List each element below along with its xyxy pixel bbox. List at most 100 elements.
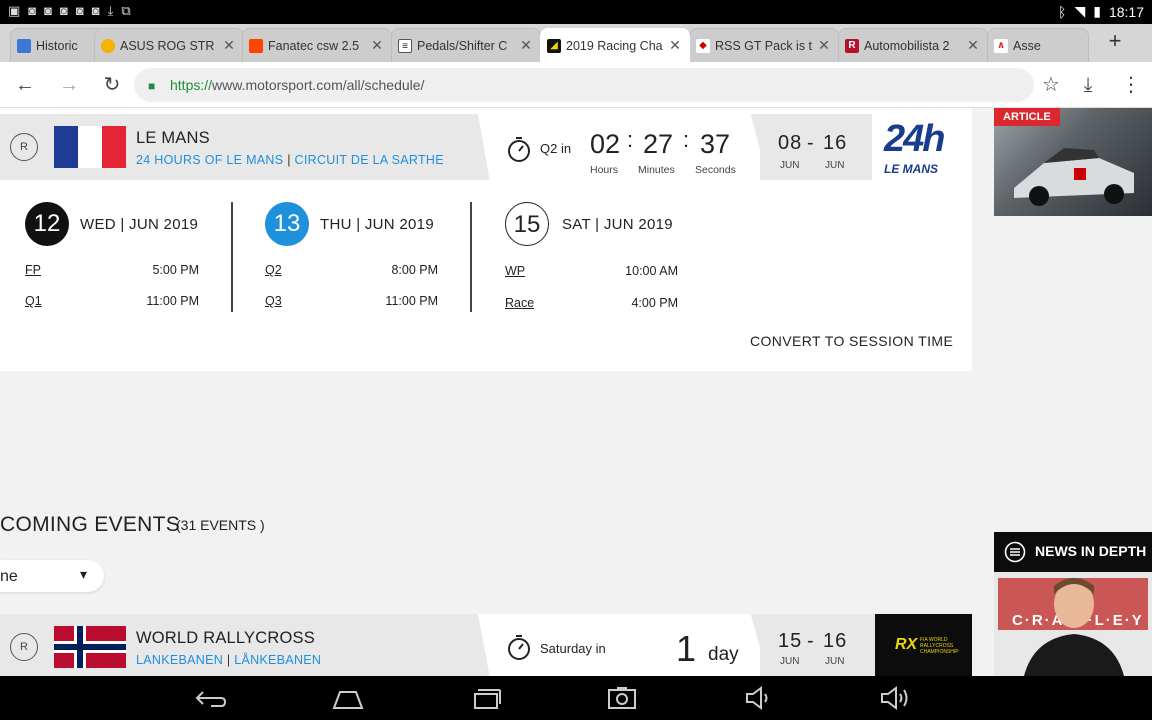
date-end: 16 xyxy=(823,132,848,154)
countdown-minutes: 27 xyxy=(643,129,674,159)
event-dates: 08 - 16 JUN JUN xyxy=(760,114,872,180)
convert-session-time-button[interactable]: CONVERT TO SESSION TIME xyxy=(750,333,953,349)
screenshot-nav-icon[interactable] xyxy=(604,684,640,712)
countdown-hours: 02 xyxy=(590,129,621,159)
lock-icon: ■ xyxy=(148,79,156,93)
divider xyxy=(231,202,233,312)
day-heading: SAT | JUN 2019 xyxy=(562,216,673,233)
session-link[interactable]: Q2 xyxy=(265,263,282,277)
countdown-days: 1 xyxy=(676,628,697,669)
event-subtitle: LANKEBANEN | LÅNKEBANEN xyxy=(136,653,321,667)
news-thumbnail[interactable]: C·R·A·W·L·E·Y xyxy=(994,572,1152,676)
notification-icons: ▣ ◙ ◙ ◙ ◙ ◙ ⤓ ⧉ xyxy=(8,3,131,19)
separator: | xyxy=(287,153,291,167)
page-content: R LE MANS 24 HOURS OF LE MANS | CIRCUIT … xyxy=(0,108,1152,676)
driver-portrait-image xyxy=(1024,578,1124,676)
tab-label: Asse xyxy=(1013,38,1041,53)
close-icon[interactable]: ✕ xyxy=(221,37,237,54)
close-icon[interactable]: ✕ xyxy=(667,37,683,54)
rx-logo-text: FIA WORLD RALLYCROSS CHAMPIONSHIP xyxy=(920,637,959,655)
close-icon[interactable]: ✕ xyxy=(965,37,981,54)
separator: | xyxy=(226,653,231,667)
countdown-unit: day xyxy=(708,644,739,665)
event-series-link[interactable]: 24 HOURS OF LE MANS xyxy=(136,153,283,167)
close-icon[interactable]: ✕ xyxy=(369,37,385,54)
volume-up-icon[interactable] xyxy=(878,684,914,712)
wifi-icon: ◥ xyxy=(1074,3,1086,19)
back-icon[interactable]: ← xyxy=(12,72,38,98)
battery-icon: ▮ xyxy=(1093,3,1101,19)
event-subtitle: 24 HOURS OF LE MANS | CIRCUIT DE LA SART… xyxy=(136,153,444,167)
seconds-label: Seconds xyxy=(695,164,736,176)
session-time: 11:00 PM xyxy=(146,294,199,308)
france-flag-icon xyxy=(54,126,126,168)
filter-value: ne xyxy=(0,568,18,585)
menu-icon[interactable]: ⋮ xyxy=(1118,72,1144,98)
new-tab-icon[interactable]: + xyxy=(1104,30,1126,52)
bluetooth-icon: ᛒ xyxy=(1058,3,1067,20)
url-scheme: https:// xyxy=(170,77,213,93)
forward-icon[interactable]: → xyxy=(56,72,82,98)
session-link[interactable]: Q1 xyxy=(25,294,42,308)
game-controller-icon: ◙ xyxy=(75,3,84,18)
home-nav-icon[interactable] xyxy=(330,684,366,712)
date-start: 08 xyxy=(778,132,803,154)
navigation-bar xyxy=(0,676,1152,720)
tab-fanatec[interactable]: Fanatec csw 2.5 ✕ xyxy=(242,28,392,62)
day-number: 13 xyxy=(265,202,309,246)
reload-icon[interactable]: ↻ xyxy=(99,72,125,98)
logo-le-mans: LE MANS xyxy=(884,162,938,176)
countdown-label: Q2 in xyxy=(540,141,572,156)
day-heading: THU | JUN 2019 xyxy=(320,216,434,233)
session-link[interactable]: WP xyxy=(505,264,525,278)
day-heading: WED | JUN 2019 xyxy=(80,216,199,233)
screenshot-icon: ▣ xyxy=(8,3,21,18)
tab-strip: Historic ASUS ROG STR ✕ Fanatec csw 2.5 … xyxy=(0,24,1152,62)
date-dash: - xyxy=(807,132,815,154)
bookmark-star-icon[interactable]: ☆ xyxy=(1038,72,1064,98)
race-badge: R xyxy=(10,133,38,161)
volume-down-icon[interactable] xyxy=(741,684,777,712)
session-time: 8:00 PM xyxy=(391,263,438,277)
hours-label: Hours xyxy=(590,164,619,176)
countdown-seconds: 37 xyxy=(700,129,731,159)
article-badge: ARTICLE xyxy=(994,108,1060,126)
event-circuit-link[interactable]: CIRCUIT DE LA SARTHE xyxy=(295,153,444,167)
cast-icon: ⧉ xyxy=(121,3,131,18)
tab-label: 2019 Racing Cha xyxy=(566,38,663,53)
article-thumbnail[interactable]: ARTICLE xyxy=(994,108,1152,216)
back-nav-icon[interactable] xyxy=(193,684,229,712)
tab-pedals[interactable]: ≡ Pedals/Shifter C ✕ xyxy=(391,28,541,62)
norway-flag-icon xyxy=(54,626,126,668)
address-bar[interactable]: ■ https:// www.motorsport.com/all/schedu… xyxy=(134,68,1034,102)
close-icon[interactable]: ✕ xyxy=(518,37,534,54)
date-end: 16 xyxy=(823,630,848,652)
session-link[interactable]: FP xyxy=(25,263,41,277)
tab-favicon-icon: R xyxy=(845,38,859,53)
tab-2019-racing[interactable]: ◢ 2019 Racing Cha ✕ xyxy=(540,28,690,62)
chevron-down-icon: ▾ xyxy=(80,566,88,582)
divider xyxy=(470,202,472,312)
download-icon[interactable]: ⤓ xyxy=(1075,72,1101,98)
countdown-label: Saturday in xyxy=(540,641,606,656)
session-link[interactable]: Race xyxy=(505,296,534,310)
close-icon[interactable]: ✕ xyxy=(816,37,832,54)
tab-assetto[interactable]: ∧ Asse xyxy=(987,28,1089,62)
tab-automobilista[interactable]: R Automobilista 2 ✕ xyxy=(838,28,988,62)
month-start: JUN xyxy=(780,160,800,171)
tab-label: RSS GT Pack is t xyxy=(715,38,812,53)
upcoming-events-title: COMING EVENTS xyxy=(0,513,181,536)
tab-rss-gt[interactable]: ◆ RSS GT Pack is t ✕ xyxy=(689,28,839,62)
news-in-depth-header[interactable]: NEWS IN DEPTH xyxy=(994,532,1152,572)
tab-favicon-icon: ◆ xyxy=(696,38,710,53)
event-circuit-link[interactable]: LÅNKEBANEN xyxy=(234,653,321,667)
event-name: LE MANS xyxy=(136,129,210,147)
tab-favicon-icon xyxy=(17,38,31,53)
recents-nav-icon[interactable] xyxy=(467,684,503,712)
session-link[interactable]: Q3 xyxy=(265,294,282,308)
series-filter-dropdown[interactable]: ne ▾ xyxy=(0,560,104,592)
news-in-depth-label: NEWS IN DEPTH xyxy=(1035,543,1147,559)
tab-asus[interactable]: ASUS ROG STR ✕ xyxy=(94,28,244,62)
system-indicators: ᛒ ◥ ▮ 18:17 xyxy=(1058,3,1144,20)
event-series-link[interactable]: LANKEBANEN xyxy=(136,653,223,667)
